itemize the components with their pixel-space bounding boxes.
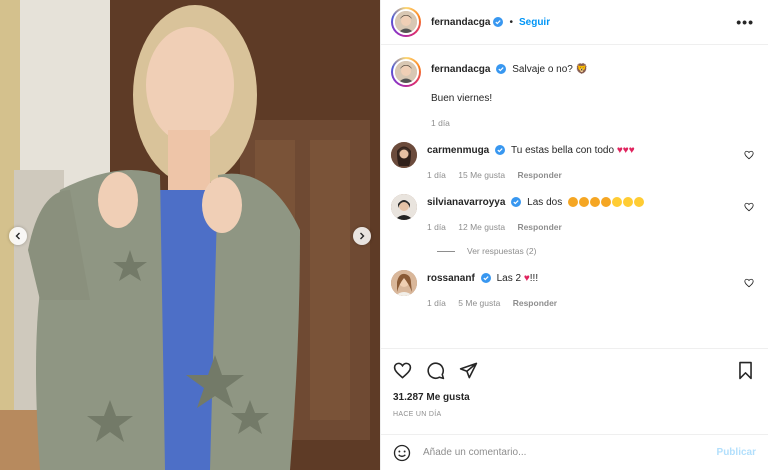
heart-icon[interactable] [393, 361, 412, 380]
comment-likes[interactable]: 5 Me gusta [458, 298, 500, 308]
post-photo[interactable] [0, 0, 380, 470]
caption-meta: 1 día [431, 118, 754, 128]
heart-emoji-icon: ♥♥♥ [616, 145, 635, 156]
comment-avatar[interactable] [391, 270, 417, 296]
photo-scene [0, 0, 380, 470]
header-separator: • [509, 16, 513, 28]
comments-list: fernandacga Salvaje o no? 🦁 Buen viernes… [381, 45, 768, 348]
comment-avatar[interactable] [391, 194, 417, 220]
comment-avatar[interactable] [391, 142, 417, 168]
replies-divider [437, 250, 455, 252]
verified-badge-icon [496, 64, 507, 75]
caption-text-line: fernandacga Salvaje o no? 🦁 [431, 63, 754, 77]
comment-item: silvianavarroyya Las dos 1 día 12 Me gus… [391, 194, 754, 232]
comment-text: Las dos [527, 197, 563, 208]
verified-badge-icon [493, 17, 504, 27]
publish-button[interactable]: Publicar [717, 447, 756, 458]
chevron-right-icon [360, 232, 365, 240]
post-header: fernandacga • Seguir ••• [381, 0, 768, 45]
verified-badge-icon [480, 273, 491, 284]
add-comment-bar: Publicar [381, 434, 768, 470]
comment-time[interactable]: 1 día [427, 170, 446, 180]
comment-username[interactable]: silvianavarroyya [427, 197, 505, 208]
comment-likes[interactable]: 12 Me gusta [458, 222, 505, 232]
comment-text-line: rossananf Las 2 ♥!!! [427, 272, 744, 286]
comment-input[interactable] [423, 447, 717, 458]
author-avatar[interactable] [391, 7, 421, 37]
author-username[interactable]: fernandacga [431, 17, 490, 28]
reply-button[interactable]: Responder [517, 222, 561, 232]
comment-username[interactable]: rossananf [427, 273, 475, 284]
emoji-group-icon [567, 197, 645, 208]
follow-button[interactable]: Seguir [519, 17, 550, 28]
caption-avatar[interactable] [391, 57, 421, 87]
view-replies-button[interactable]: Ver respuestas (2) [437, 246, 754, 256]
caption-username[interactable]: fernandacga [431, 64, 490, 75]
more-options-icon[interactable]: ••• [736, 14, 754, 30]
reply-button[interactable]: Responder [513, 298, 557, 308]
caption-time[interactable]: 1 día [431, 118, 450, 128]
caption-text: Salvaje o no? 🦁 [512, 64, 589, 75]
comment-item: carmenmuga Tu estas bella con todo ♥♥♥ 1… [391, 142, 754, 180]
comment-text-line: carmenmuga Tu estas bella con todo ♥♥♥ [427, 144, 744, 158]
comment-time[interactable]: 1 día [427, 222, 446, 232]
like-comment-heart-icon[interactable] [744, 202, 754, 212]
comment-text: Tu estas bella con todo [511, 145, 615, 156]
caption-body: fernandacga Salvaje o no? 🦁 Buen viernes… [431, 57, 754, 128]
chevron-left-icon [15, 232, 20, 240]
comment-meta: 1 día 12 Me gusta Responder [427, 222, 744, 232]
comment-text: Las 2 [496, 273, 522, 284]
share-icon[interactable] [459, 361, 478, 380]
verified-badge-icon [495, 145, 506, 156]
comment-username[interactable]: carmenmuga [427, 145, 489, 156]
comment-text-suffix: !!! [529, 273, 539, 284]
comment-body: silvianavarroyya Las dos 1 día 12 Me gus… [427, 194, 744, 232]
emoji-icon[interactable] [393, 444, 411, 462]
next-photo-button[interactable] [353, 227, 371, 245]
action-icons [393, 359, 754, 381]
comment-icon[interactable] [426, 361, 445, 380]
like-comment-heart-icon[interactable] [744, 278, 754, 288]
view-replies-label: Ver respuestas (2) [467, 246, 537, 256]
comment-body: rossananf Las 2 ♥!!! 1 día 5 Me gusta Re… [427, 270, 744, 308]
like-comment-heart-icon[interactable] [744, 150, 754, 160]
instagram-post: fernandacga • Seguir ••• fernandacga Sal… [0, 0, 768, 470]
comment-body: carmenmuga Tu estas bella con todo ♥♥♥ 1… [427, 142, 744, 180]
comment-time[interactable]: 1 día [427, 298, 446, 308]
comment-likes[interactable]: 15 Me gusta [458, 170, 505, 180]
comment-text-line: silvianavarroyya Las dos [427, 196, 744, 210]
likes-count[interactable]: 31.287 Me gusta [393, 392, 754, 403]
post-side-panel: fernandacga • Seguir ••• fernandacga Sal… [380, 0, 768, 470]
post-timestamp: HACE UN DÍA [393, 411, 442, 418]
caption-extra-text: Buen viernes! [431, 93, 493, 104]
caption: fernandacga Salvaje o no? 🦁 Buen viernes… [391, 57, 754, 128]
post-actions: 31.287 Me gusta HACE UN DÍA [381, 348, 768, 434]
reply-button[interactable]: Responder [517, 170, 561, 180]
bookmark-icon[interactable] [737, 361, 754, 380]
comment-meta: 1 día 15 Me gusta Responder [427, 170, 744, 180]
comment-meta: 1 día 5 Me gusta Responder [427, 298, 744, 308]
verified-badge-icon [511, 197, 522, 208]
comment-item: rossananf Las 2 ♥!!! 1 día 5 Me gusta Re… [391, 270, 754, 308]
prev-photo-button[interactable] [9, 227, 27, 245]
